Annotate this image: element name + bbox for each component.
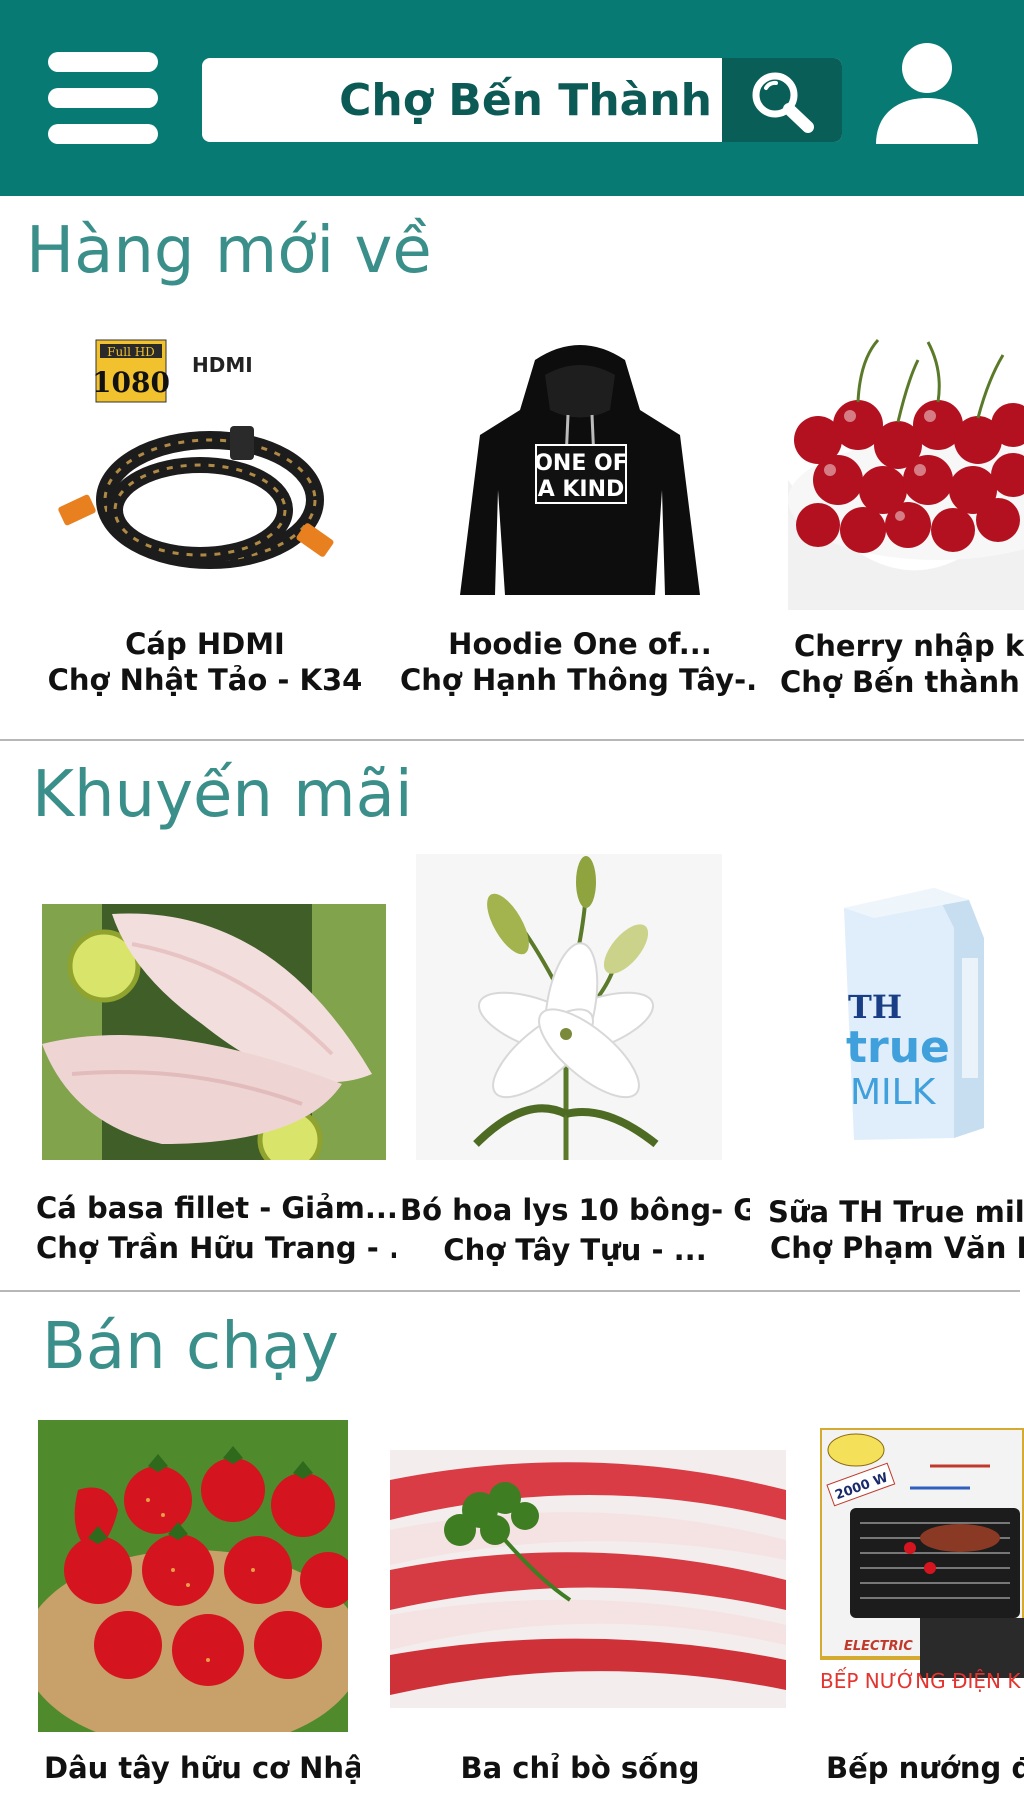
black-hoodie-image: ONE OF A KIND [440, 340, 720, 610]
product-market: Chợ Trần Hữu Trang - ... [36, 1231, 396, 1265]
white-lily-image [416, 854, 722, 1160]
product-name: Cherry nhập khẩ [794, 629, 1024, 663]
section-title-new-arrivals: Hàng mới về [26, 214, 432, 288]
product-card-hoodie[interactable]: ONE OF A KIND Hoodie One of... Chợ Hạnh … [400, 330, 760, 710]
basa-fillet-image [42, 904, 386, 1160]
product-name: Sữa TH True milk 1 [768, 1195, 1024, 1229]
svg-text:true: true [846, 1022, 950, 1073]
svg-text:A KIND: A KIND [538, 477, 625, 502]
product-card-hdmi[interactable]: Full HD 1080 HDMI Cáp HDMI Chợ Nhật Tảo … [40, 330, 370, 710]
section-title-promotions: Khuyến mãi [32, 758, 413, 832]
strawberries-image [38, 1420, 348, 1732]
hamburger-menu-icon [48, 52, 158, 144]
product-market: Chợ Phạm Văn Hai [770, 1231, 1024, 1265]
product-card-grill[interactable]: 2000 W ELECTRIC BẾP NƯỚNG ĐIỆN K Bếp nướ… [812, 1424, 1024, 1796]
section-divider [0, 1290, 1020, 1292]
svg-text:1080: 1080 [92, 366, 170, 399]
hdmi-cable-image: Full HD 1080 HDMI [50, 330, 360, 590]
user-profile-button[interactable] [874, 40, 980, 146]
cherries-bowl-image [788, 330, 1024, 620]
product-name: Hoodie One of... [448, 627, 712, 661]
product-name: Bó hoa lys 10 bông- G... [400, 1193, 750, 1227]
top-app-bar [0, 0, 1024, 196]
product-market: Chợ Bến thành - S [780, 665, 1024, 699]
product-name: Cá basa fillet - Giảm... [36, 1191, 396, 1225]
menu-button[interactable] [48, 52, 158, 144]
raw-beef-slices-image [390, 1450, 786, 1708]
product-card-strawberries[interactable]: Dâu tây hữu cơ Nhật [30, 1416, 360, 1796]
svg-text:MILK: MILK [850, 1072, 937, 1113]
search-button[interactable] [722, 58, 842, 142]
search-input[interactable] [202, 58, 722, 142]
search-box [202, 58, 842, 142]
product-name: Bếp nướng điệ [826, 1751, 1024, 1785]
product-card-beef[interactable]: Ba chỉ bò sống [380, 1440, 790, 1796]
milk-carton-image: TH true MILK [834, 878, 1024, 1148]
product-card-lily[interactable]: Bó hoa lys 10 bông- G... Chợ Tây Tựu - .… [400, 850, 750, 1280]
product-card-th-milk[interactable]: TH true MILK Sữa TH True milk 1 Chợ Phạm… [764, 870, 1024, 1280]
product-card-basa[interactable]: Cá basa fillet - Giảm... Chợ Trần Hữu Tr… [36, 900, 396, 1280]
product-card-cherry[interactable]: Cherry nhập khẩ Chợ Bến thành - S [780, 330, 1024, 710]
product-name: Dâu tây hữu cơ Nhật [44, 1751, 360, 1785]
svg-text:BẾP NƯỚNG ĐIỆN K: BẾP NƯỚNG ĐIỆN K [820, 1668, 1021, 1693]
section-title-best-sellers: Bán chạy [42, 1310, 339, 1384]
product-market: Chợ Tây Tựu - ... [443, 1233, 707, 1267]
section-divider [0, 739, 1024, 741]
magnifier-icon [752, 72, 814, 133]
svg-text:Full HD: Full HD [107, 345, 155, 359]
svg-text:ONE OF: ONE OF [534, 451, 628, 476]
svg-text:ELECTRIC: ELECTRIC [844, 1639, 913, 1654]
product-market: Chợ Hạnh Thông Tây-... [400, 663, 760, 697]
electric-grill-box-image: 2000 W ELECTRIC BẾP NƯỚNG ĐIỆN K [820, 1428, 1024, 1728]
svg-text:HDMI: HDMI [192, 353, 253, 377]
product-market: Chợ Nhật Tảo - K34 [47, 663, 363, 697]
product-name: Ba chỉ bò sống [460, 1751, 700, 1785]
svg-text:TH: TH [848, 988, 902, 1026]
product-name: Cáp HDMI [125, 627, 285, 661]
user-profile-icon [876, 43, 978, 144]
app-root: Hàng mới về Full HD 1080 HDMI Cáp HDMI C… [0, 0, 1024, 1796]
